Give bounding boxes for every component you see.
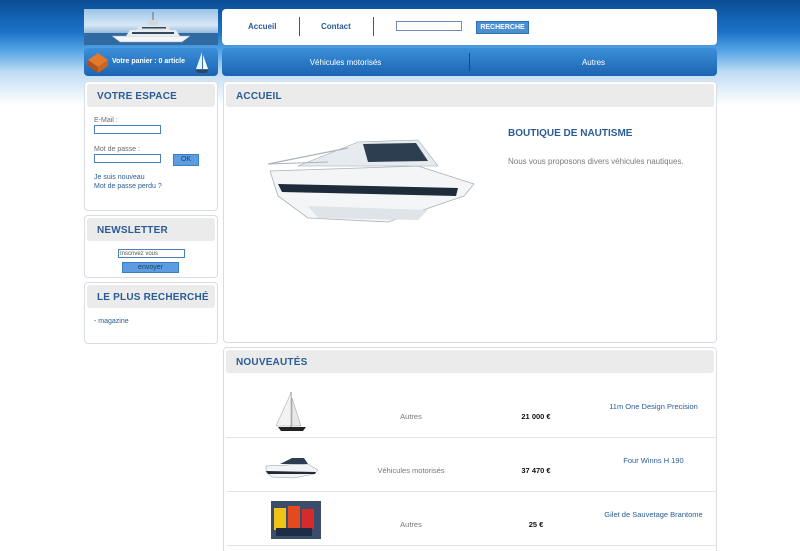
- popular-item-magazine[interactable]: - magazine: [94, 318, 129, 325]
- nav-divider: [373, 17, 374, 36]
- newsletter-submit-button[interactable]: envoyer: [122, 262, 179, 273]
- home-section-title: ACCUEIL: [236, 91, 282, 102]
- shop-title: BOUTIQUE DE NAUTISME: [508, 128, 633, 139]
- menu-item-vehicules-motorises[interactable]: Véhicules motorisés: [222, 58, 469, 67]
- search-button[interactable]: RECHERCHE: [476, 21, 529, 34]
- sailboat-image[interactable]: [256, 390, 326, 434]
- top-navigation: Accueil Contact RECHERCHE: [222, 9, 717, 45]
- site-logo-yacht[interactable]: [84, 9, 218, 45]
- new-products-title: NOUVEAUTÉS: [236, 357, 308, 368]
- account-box: VOTRE ESPACE E-Mail : Mot de passe : OK …: [84, 81, 218, 211]
- product-category: Autres: [400, 520, 422, 529]
- nav-accueil-link[interactable]: Accueil: [248, 22, 276, 31]
- product-name-link[interactable]: 11m One Design Precision: [576, 402, 731, 411]
- product-row[interactable]: Autres 21 000 € 11m One Design Precision: [226, 384, 717, 438]
- newsletter-email-input[interactable]: [118, 249, 185, 258]
- password-label: Mot de passe :: [94, 146, 140, 153]
- product-name-link[interactable]: Four Winns H 190: [576, 456, 731, 465]
- newsletter-box-title: NEWSLETTER: [97, 225, 168, 236]
- life-jacket-image[interactable]: [256, 498, 326, 542]
- sailboat-icon: [195, 52, 209, 73]
- product-name-link[interactable]: Gilet de Sauvetage Brantome: [576, 510, 731, 519]
- password-field[interactable]: [94, 154, 161, 163]
- motorboat-image[interactable]: [256, 444, 326, 488]
- account-box-title: VOTRE ESPACE: [97, 91, 178, 102]
- cart-box-icon: [88, 53, 108, 73]
- popular-box-header: LE PLUS RECHERCHÉ: [87, 285, 215, 308]
- product-category: Autres: [400, 412, 422, 421]
- nav-divider: [299, 17, 300, 36]
- email-field[interactable]: [94, 125, 161, 134]
- search-input[interactable]: [396, 21, 462, 31]
- newsletter-box: NEWSLETTER envoyer: [84, 215, 218, 278]
- new-products-header: NOUVEAUTÉS: [226, 350, 714, 373]
- product-price: 37 470 €: [521, 466, 551, 475]
- popular-box: LE PLUS RECHERCHÉ - magazine: [84, 282, 218, 344]
- product-price: 25 €: [528, 520, 544, 529]
- new-products-section: NOUVEAUTÉS Autres 21 000 € 11m One Desig…: [223, 347, 717, 551]
- yacht-image: [84, 12, 218, 45]
- nav-contact-link[interactable]: Contact: [321, 22, 351, 31]
- cart-bar[interactable]: Votre panier : 0 article: [84, 48, 218, 76]
- popular-box-title: LE PLUS RECHERCHÉ: [97, 292, 209, 303]
- login-ok-button[interactable]: OK: [173, 154, 199, 166]
- home-section: ACCUEIL BOUTIQUE DE NAUTISME Nous vous p…: [223, 81, 717, 343]
- newsletter-box-header: NEWSLETTER: [87, 218, 215, 241]
- product-price: 21 000 €: [521, 412, 551, 421]
- register-link[interactable]: Je suis nouveau: [94, 174, 145, 181]
- home-section-header: ACCUEIL: [226, 84, 714, 107]
- cart-label: Votre panier : 0 article: [112, 58, 186, 65]
- menu-item-autres[interactable]: Autres: [470, 58, 717, 67]
- shop-description: Nous vous proposons divers véhicules nau…: [508, 157, 684, 166]
- account-box-header: VOTRE ESPACE: [87, 84, 215, 107]
- forgot-password-link[interactable]: Mot de passe perdu ?: [94, 183, 162, 190]
- category-menu: Véhicules motorisés Autres: [222, 48, 717, 76]
- featured-boat-image[interactable]: [268, 126, 478, 226]
- product-row[interactable]: Autres 25 € Gilet de Sauvetage Brantome: [226, 492, 717, 546]
- product-row[interactable]: Véhicules motorisés 37 470 € Four Winns …: [226, 438, 717, 492]
- email-label: E-Mail :: [94, 117, 118, 124]
- product-category: Véhicules motorisés: [377, 466, 445, 475]
